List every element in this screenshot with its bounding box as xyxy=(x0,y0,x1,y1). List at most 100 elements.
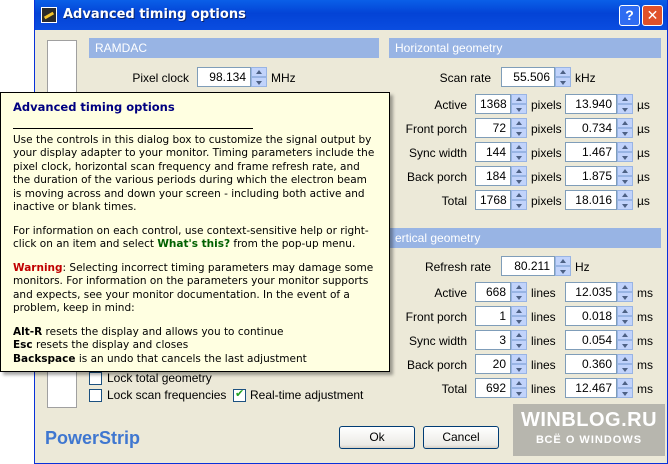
spin-up-icon[interactable] xyxy=(511,190,527,200)
horizontal-total-time-input[interactable]: 18.016 xyxy=(565,190,617,210)
spin-up-icon[interactable] xyxy=(617,94,633,104)
vertical-front-porch-spinner[interactable] xyxy=(511,306,527,326)
horizontal-sync-width-time-input[interactable]: 1.467 xyxy=(565,142,617,162)
spin-down-icon[interactable] xyxy=(617,176,633,186)
spin-up-icon[interactable] xyxy=(555,67,571,77)
vertical-front-porch-time-input[interactable]: 0.018 xyxy=(565,306,617,326)
vertical-total-input[interactable]: 692 xyxy=(475,378,511,398)
horizontal-total-spinner[interactable] xyxy=(511,190,527,210)
horizontal-front-porch-time-input[interactable]: 0.734 xyxy=(565,118,617,138)
spin-up-icon[interactable] xyxy=(617,190,633,200)
horizontal-back-porch-input[interactable]: 184 xyxy=(475,166,511,186)
spin-up-icon[interactable] xyxy=(511,282,527,292)
vertical-back-porch-time-spinner[interactable] xyxy=(617,354,633,374)
vertical-active-time-input[interactable]: 12.035 xyxy=(565,282,617,302)
spin-down-icon[interactable] xyxy=(511,176,527,186)
horizontal-sync-width-time-spinner[interactable] xyxy=(617,142,633,162)
horizontal-total-time-spinner[interactable] xyxy=(617,190,633,210)
spin-up-icon[interactable] xyxy=(617,330,633,340)
spin-up-icon[interactable] xyxy=(617,378,633,388)
horizontal-back-porch-time-input[interactable]: 1.875 xyxy=(565,166,617,186)
vertical-front-porch-time-spinner[interactable] xyxy=(617,306,633,326)
vertical-sync-width-input[interactable]: 3 xyxy=(475,330,511,350)
horizontal-active-spinner[interactable] xyxy=(511,94,527,114)
spin-up-icon[interactable] xyxy=(511,378,527,388)
spin-up-icon[interactable] xyxy=(511,354,527,364)
vertical-active-spinner[interactable] xyxy=(511,282,527,302)
spin-down-icon[interactable] xyxy=(511,316,527,326)
spin-up-icon[interactable] xyxy=(511,306,527,316)
help-button[interactable]: ? xyxy=(619,5,640,26)
spin-down-icon[interactable] xyxy=(511,292,527,302)
vertical-back-porch-input[interactable]: 20 xyxy=(475,354,511,374)
vertical-active-time-spinner[interactable] xyxy=(617,282,633,302)
vertical-total-time-input[interactable]: 12.467 xyxy=(565,378,617,398)
spin-down-icon[interactable] xyxy=(617,152,633,162)
spin-up-icon[interactable] xyxy=(617,354,633,364)
spin-up-icon[interactable] xyxy=(511,118,527,128)
spin-down-icon[interactable] xyxy=(511,364,527,374)
spin-up-icon[interactable] xyxy=(555,256,571,266)
spin-down-icon[interactable] xyxy=(617,316,633,326)
horizontal-sync-width-spinner[interactable] xyxy=(511,142,527,162)
spin-down-icon[interactable] xyxy=(511,128,527,138)
spin-up-icon[interactable] xyxy=(511,330,527,340)
spin-up-icon[interactable] xyxy=(617,306,633,316)
spin-down-icon[interactable] xyxy=(511,104,527,114)
spin-down-icon[interactable] xyxy=(617,128,633,138)
spin-down-icon[interactable] xyxy=(617,364,633,374)
horizontal-front-porch-input[interactable]: 72 xyxy=(475,118,511,138)
horizontal-active-time-spinner[interactable] xyxy=(617,94,633,114)
spin-down-icon[interactable] xyxy=(617,292,633,302)
title-bar[interactable]: Advanced timing options ? ✕ xyxy=(35,0,667,30)
scan-rate-input[interactable]: 55.506 xyxy=(501,67,555,87)
cancel-button[interactable]: Cancel xyxy=(423,426,499,449)
vertical-front-porch-input[interactable]: 1 xyxy=(475,306,511,326)
spin-down-icon[interactable] xyxy=(617,388,633,398)
spin-up-icon[interactable] xyxy=(251,67,267,77)
horizontal-sync-width-input[interactable]: 144 xyxy=(475,142,511,162)
vertical-back-porch-time-input[interactable]: 0.360 xyxy=(565,354,617,374)
horizontal-active-input[interactable]: 1368 xyxy=(475,94,511,114)
refresh-rate-spinner[interactable] xyxy=(555,256,571,276)
vertical-active-input[interactable]: 668 xyxy=(475,282,511,302)
close-button[interactable]: ✕ xyxy=(642,5,663,26)
spin-down-icon[interactable] xyxy=(617,104,633,114)
lock-total-checkbox[interactable] xyxy=(89,372,102,385)
spin-up-icon[interactable] xyxy=(511,94,527,104)
lock-scan-checkbox[interactable] xyxy=(89,389,102,402)
spin-up-icon[interactable] xyxy=(617,166,633,176)
spin-up-icon[interactable] xyxy=(617,118,633,128)
spin-down-icon[interactable] xyxy=(511,200,527,210)
vertical-total-spinner[interactable] xyxy=(511,378,527,398)
ok-button[interactable]: Ok xyxy=(339,426,415,449)
vertical-back-porch-spinner[interactable] xyxy=(511,354,527,374)
horizontal-front-porch-spinner[interactable] xyxy=(511,118,527,138)
horizontal-active-time-input[interactable]: 13.940 xyxy=(565,94,617,114)
spin-up-icon[interactable] xyxy=(617,282,633,292)
spin-down-icon[interactable] xyxy=(251,77,267,87)
vertical-sync-width-time-spinner[interactable] xyxy=(617,330,633,350)
vertical-sync-width-spinner[interactable] xyxy=(511,330,527,350)
horizontal-back-porch-spinner[interactable] xyxy=(511,166,527,186)
pixel-clock-input[interactable]: 98.134 xyxy=(197,67,251,87)
spin-up-icon[interactable] xyxy=(617,142,633,152)
spin-down-icon[interactable] xyxy=(511,340,527,350)
horizontal-back-porch-time-spinner[interactable] xyxy=(617,166,633,186)
spin-down-icon[interactable] xyxy=(617,340,633,350)
pixel-clock-spinner[interactable] xyxy=(251,67,267,87)
spin-down-icon[interactable] xyxy=(511,152,527,162)
realtime-checkbox[interactable] xyxy=(233,387,246,402)
spin-up-icon[interactable] xyxy=(511,166,527,176)
spin-down-icon[interactable] xyxy=(617,200,633,210)
spin-up-icon[interactable] xyxy=(511,142,527,152)
horizontal-total-input[interactable]: 1768 xyxy=(475,190,511,210)
refresh-rate-input[interactable]: 80.211 xyxy=(501,256,555,276)
vertical-total-time-spinner[interactable] xyxy=(617,378,633,398)
spin-down-icon[interactable] xyxy=(555,77,571,87)
scan-rate-spinner[interactable] xyxy=(555,67,571,87)
horizontal-front-porch-time-spinner[interactable] xyxy=(617,118,633,138)
vertical-sync-width-time-input[interactable]: 0.054 xyxy=(565,330,617,350)
spin-down-icon[interactable] xyxy=(555,266,571,276)
whats-this-link[interactable]: What's this? xyxy=(157,238,230,250)
